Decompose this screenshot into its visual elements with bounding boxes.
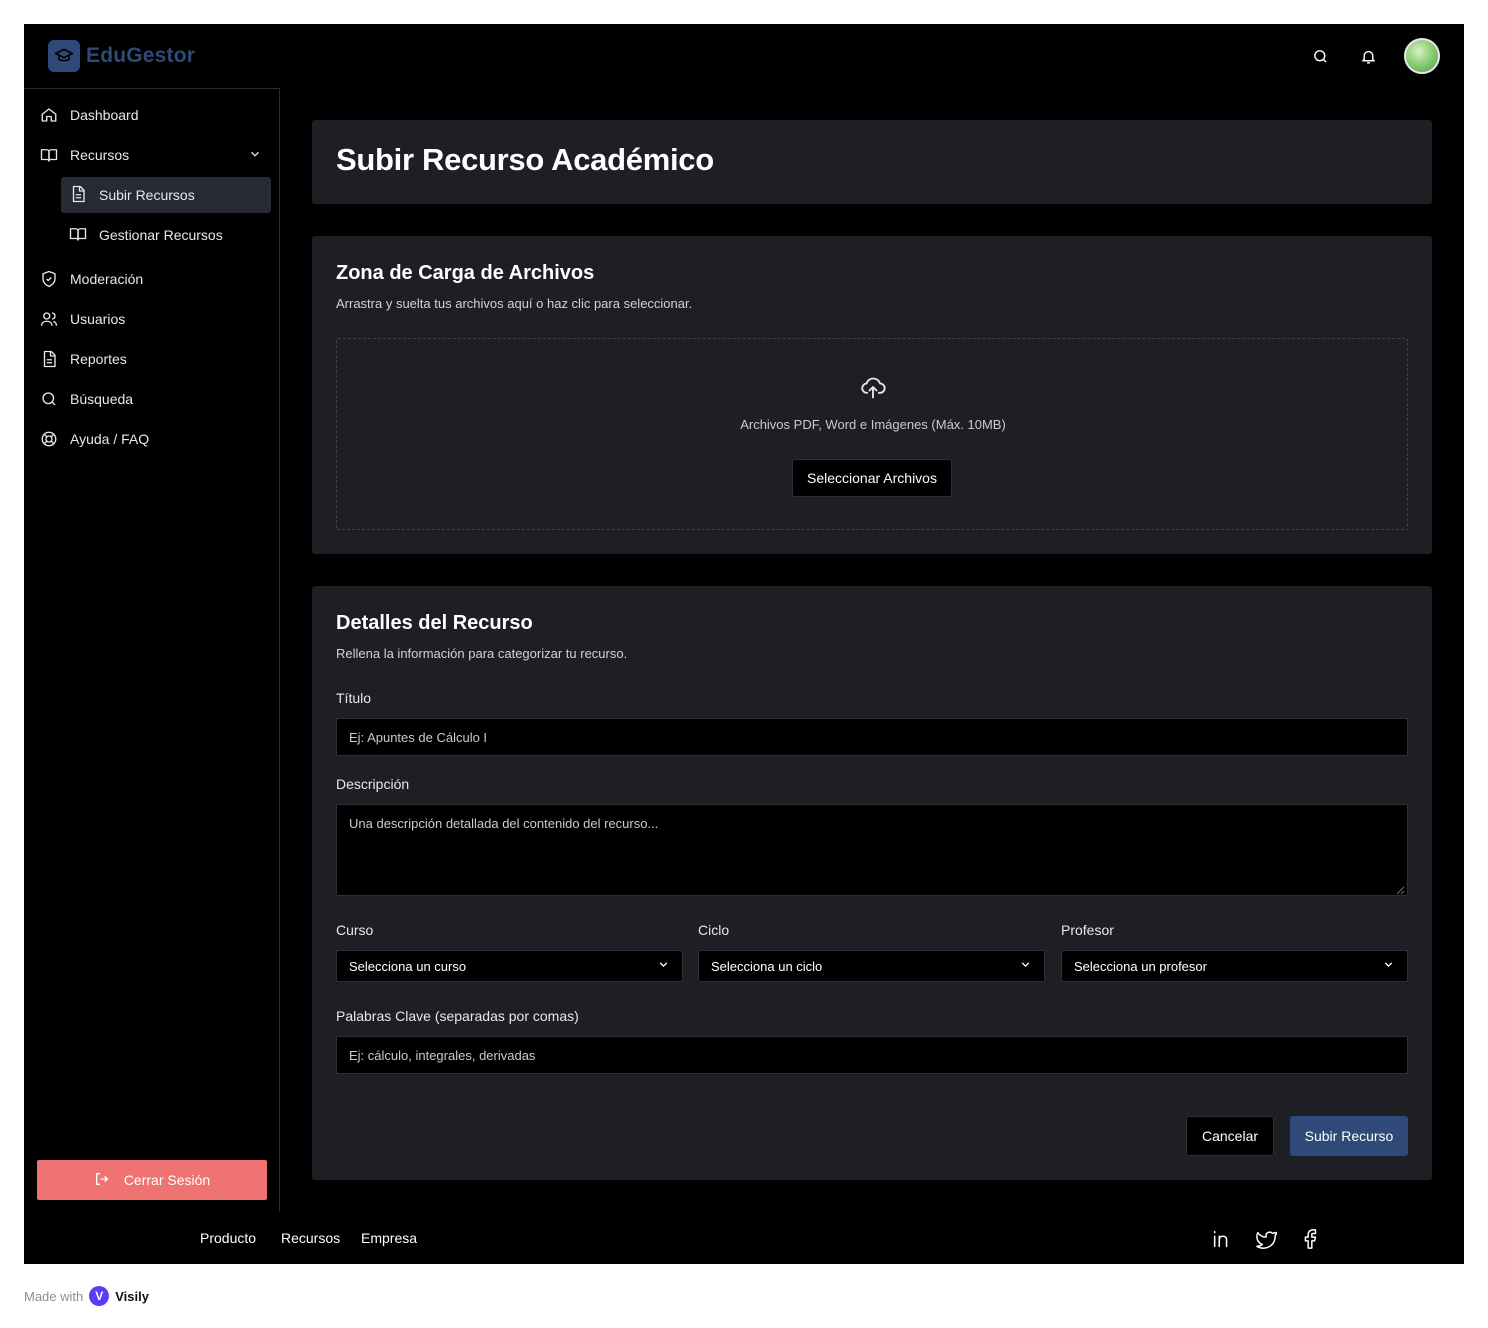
cloud-upload-icon: [859, 373, 887, 401]
sidebar-item-label: Usuarios: [70, 311, 126, 327]
footer-link-recursos[interactable]: Recursos: [281, 1230, 340, 1246]
app-window: EduGestor Dashboard Recursos Subir Recur…: [24, 24, 1464, 1264]
description-placeholder: Una descripción detallada del contenido …: [349, 816, 659, 831]
details-card: Detalles del Recurso Rellena la informac…: [312, 586, 1432, 1180]
book-open-icon: [69, 225, 87, 246]
sidebar-item-label: Moderación: [70, 271, 144, 287]
keywords-placeholder: Ej: cálculo, integrales, derivadas: [349, 1047, 536, 1063]
sidebar-item-label: Ayuda / FAQ: [70, 431, 150, 447]
cancel-button[interactable]: Cancelar: [1186, 1116, 1274, 1156]
top-bar: EduGestor: [24, 24, 1464, 88]
avatar[interactable]: [1404, 38, 1440, 74]
linkedin-icon[interactable]: [1211, 1228, 1233, 1250]
sidebar-item-subir-recursos[interactable]: Subir Recursos: [61, 177, 271, 213]
select-files-button[interactable]: Seleccionar Archivos: [792, 459, 952, 497]
visily-logo-icon: V: [89, 1286, 110, 1306]
sidebar-item-usuarios[interactable]: Usuarios: [40, 303, 125, 335]
chevron-down-icon: [657, 958, 670, 974]
teacher-label: Profesor: [1061, 922, 1114, 938]
chevron-down-icon[interactable]: [248, 147, 262, 161]
shield-check-icon: [40, 270, 58, 288]
title-label: Título: [336, 690, 372, 706]
sidebar-item-dashboard[interactable]: Dashboard: [40, 99, 139, 131]
keywords-label: Palabras Clave (separadas por comas): [336, 1008, 579, 1024]
footer: Producto Recursos Empresa: [24, 1214, 1464, 1264]
file-text-icon: [40, 350, 58, 368]
upload-title: Zona de Carga de Archivos: [336, 262, 595, 284]
sidebar-item-moderacion[interactable]: Moderación: [40, 263, 143, 295]
life-buoy-icon: [40, 430, 58, 448]
cycle-select[interactable]: Selecciona un ciclo: [698, 950, 1045, 982]
search-icon: [40, 390, 58, 408]
twitter-icon[interactable]: [1255, 1228, 1278, 1250]
bell-icon[interactable]: [1356, 44, 1380, 68]
upload-hint: Archivos PDF, Word e Imágenes (Máx. 10MB…: [740, 417, 1006, 432]
upload-card: Zona de Carga de Archivos Arrastra y sue…: [312, 236, 1432, 554]
file-text-icon: [69, 185, 87, 206]
description-textarea[interactable]: Una descripción detallada del contenido …: [336, 804, 1408, 896]
book-open-icon: [40, 146, 58, 164]
page-title-card: Subir Recurso Académico: [312, 120, 1432, 204]
sidebar-item-gestionar-recursos[interactable]: Gestionar Recursos: [61, 217, 271, 253]
title-placeholder: Ej: Apuntes de Cálculo I: [349, 729, 488, 745]
sidebar-item-label: Búsqueda: [70, 391, 134, 407]
chevron-down-icon: [1019, 958, 1032, 974]
details-title: Detalles del Recurso: [336, 612, 533, 634]
course-select-value: Selecciona un curso: [349, 958, 467, 974]
course-select[interactable]: Selecciona un curso: [336, 950, 683, 982]
teacher-select-value: Selecciona un profesor: [1074, 958, 1207, 974]
sidebar-item-ayuda[interactable]: Ayuda / FAQ: [40, 423, 149, 455]
details-subtitle: Rellena la información para categorizar …: [336, 646, 628, 661]
sidebar-item-label: Recursos: [70, 147, 130, 163]
sidebar: Dashboard Recursos Subir Recursos Gestio…: [24, 88, 280, 1212]
made-with-badge[interactable]: Made with V Visily: [24, 1286, 149, 1306]
teacher-select[interactable]: Selecciona un profesor: [1061, 950, 1408, 982]
resize-handle-icon[interactable]: [1395, 883, 1405, 895]
brand[interactable]: EduGestor: [48, 40, 195, 72]
search-icon[interactable]: [1308, 44, 1332, 68]
made-with-label: Made with: [24, 1288, 84, 1304]
logout-icon: [94, 1171, 110, 1190]
home-icon: [40, 106, 58, 124]
submit-resource-button[interactable]: Subir Recurso: [1290, 1116, 1408, 1156]
cycle-select-value: Selecciona un ciclo: [711, 958, 823, 974]
sidebar-item-recursos[interactable]: Recursos: [40, 139, 129, 171]
cycle-label: Ciclo: [698, 922, 730, 938]
footer-link-producto[interactable]: Producto: [200, 1230, 256, 1246]
users-icon: [40, 310, 58, 328]
sidebar-item-label: Reportes: [70, 351, 127, 367]
visily-brand: Visily: [115, 1288, 149, 1304]
brand-name: EduGestor: [86, 44, 196, 67]
graduation-cap-icon: [48, 40, 80, 72]
course-label: Curso: [336, 922, 374, 938]
sidebar-item-label: Dashboard: [70, 107, 139, 123]
sidebar-item-reportes[interactable]: Reportes: [40, 343, 127, 375]
sidebar-item-label: Subir Recursos: [99, 187, 195, 203]
file-dropzone[interactable]: Archivos PDF, Word e Imágenes (Máx. 10MB…: [336, 338, 1408, 530]
chevron-down-icon: [1382, 958, 1395, 974]
description-label: Descripción: [336, 776, 410, 792]
upload-subtitle: Arrastra y suelta tus archivos aquí o ha…: [336, 296, 693, 311]
logout-button[interactable]: Cerrar Sesión: [37, 1160, 267, 1200]
facebook-icon[interactable]: [1299, 1228, 1321, 1250]
logout-label: Cerrar Sesión: [123, 1172, 211, 1188]
page-title: Subir Recurso Académico: [336, 142, 714, 177]
footer-link-empresa[interactable]: Empresa: [361, 1230, 417, 1246]
keywords-input[interactable]: Ej: cálculo, integrales, derivadas: [336, 1036, 1408, 1074]
title-input[interactable]: Ej: Apuntes de Cálculo I: [336, 718, 1408, 756]
sidebar-item-busqueda[interactable]: Búsqueda: [40, 383, 133, 415]
sidebar-item-label: Gestionar Recursos: [99, 227, 223, 243]
